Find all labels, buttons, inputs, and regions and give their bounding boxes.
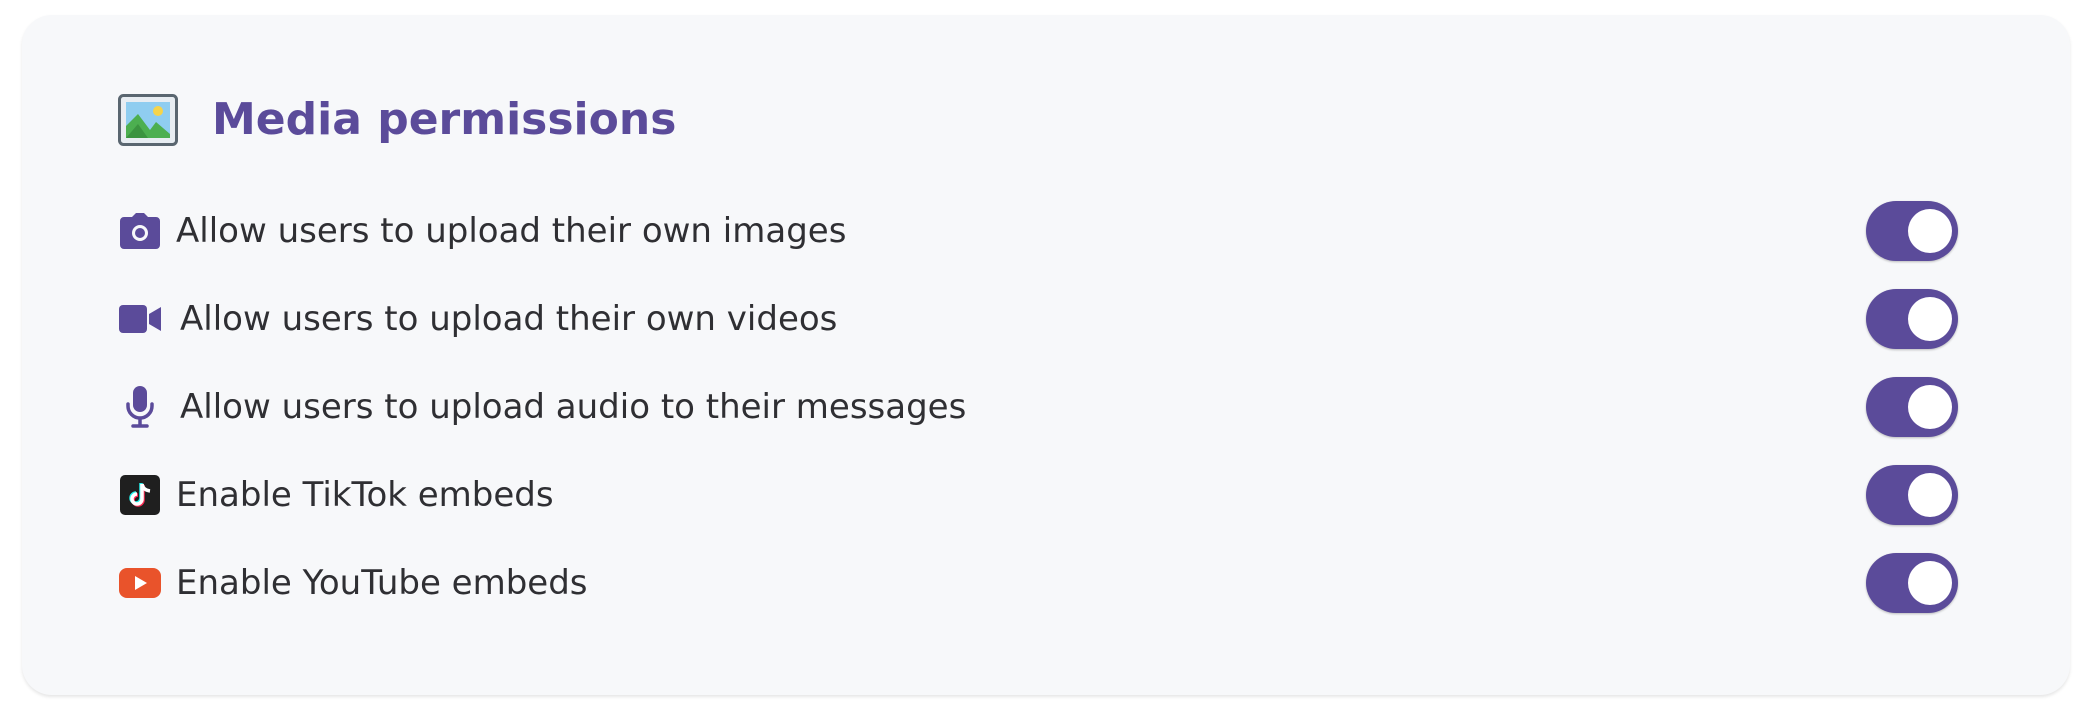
toggle-knob [1908, 473, 1952, 517]
upload-images-toggle[interactable] [1866, 201, 1958, 261]
toggle-knob [1908, 561, 1952, 605]
youtube-icon [118, 561, 162, 605]
microphone-icon [118, 385, 162, 429]
youtube-embeds-toggle[interactable] [1866, 553, 1958, 613]
permission-row-youtube: Enable YouTube embeds [118, 553, 1958, 613]
picture-icon [118, 94, 178, 146]
section-header: Media permissions [118, 90, 676, 150]
tiktok-icon [118, 473, 162, 517]
permission-label: Allow users to upload audio to their mes… [180, 387, 967, 427]
upload-audio-toggle[interactable] [1866, 377, 1958, 437]
permission-row-upload-videos: Allow users to upload their own videos [118, 289, 1958, 349]
toggle-knob [1908, 297, 1952, 341]
tiktok-embeds-toggle[interactable] [1866, 465, 1958, 525]
upload-videos-toggle[interactable] [1866, 289, 1958, 349]
permission-label: Allow users to upload their own images [176, 211, 847, 251]
camera-icon [118, 209, 162, 253]
permission-label: Allow users to upload their own videos [180, 299, 838, 339]
section-title: Media permissions [212, 94, 677, 145]
toggle-knob [1908, 209, 1952, 253]
permission-label: Enable TikTok embeds [176, 475, 554, 515]
permission-row-upload-audio: Allow users to upload audio to their mes… [118, 377, 1958, 437]
toggle-knob [1908, 385, 1952, 429]
permission-row-upload-images: Allow users to upload their own images [118, 201, 1958, 261]
video-camera-icon [118, 297, 162, 341]
permission-label: Enable YouTube embeds [176, 563, 588, 603]
permission-row-tiktok: Enable TikTok embeds [118, 465, 1958, 525]
